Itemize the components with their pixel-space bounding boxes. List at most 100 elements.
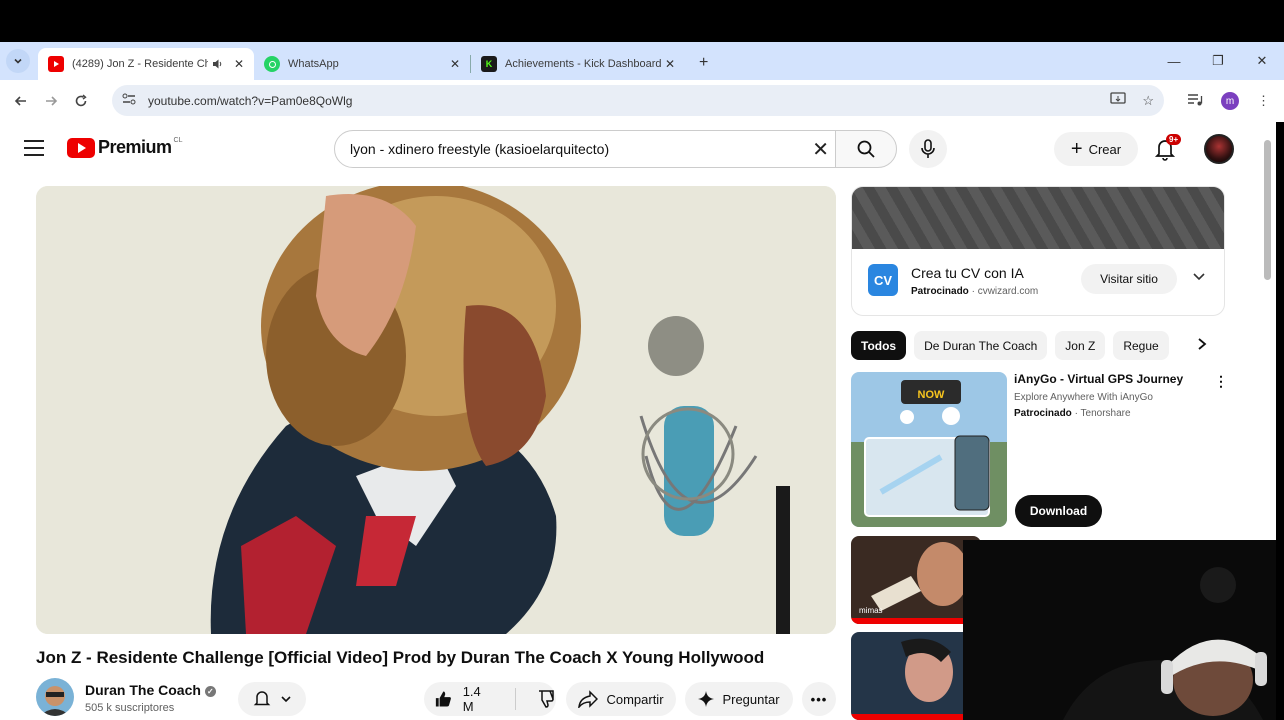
promo-sponsored-label: Patrocinado: [1014, 408, 1072, 419]
create-label: Crear: [1088, 141, 1122, 157]
kick-favicon-icon: K: [481, 56, 497, 72]
chevron-down-icon: [281, 696, 291, 703]
create-button[interactable]: + Crear: [1054, 132, 1138, 166]
browser-toolbar: youtube.com/watch?v=Pam0e8QoWlg ☆ m ⋮: [0, 80, 1284, 122]
browser-extensions: m ⋮: [1187, 80, 1270, 122]
tab-search-button[interactable]: [6, 49, 30, 73]
site-info-icon[interactable]: [122, 93, 142, 108]
promo-title[interactable]: iAnyGo - Virtual GPS Journey: [1014, 372, 1183, 386]
window-controls: — ❐ ✕: [1152, 42, 1284, 80]
more-icon: •••: [810, 691, 828, 707]
minimize-icon[interactable]: —: [1152, 42, 1196, 80]
bell-icon: [253, 691, 271, 706]
chips-next-icon[interactable]: [1196, 337, 1208, 356]
recommendation-thumbnail[interactable]: [851, 632, 981, 720]
install-app-icon[interactable]: [1110, 92, 1126, 109]
youtube-premium-logo[interactable]: Premium CL: [67, 137, 182, 158]
share-button[interactable]: Compartir: [566, 682, 676, 716]
search-icon: [857, 140, 875, 158]
visit-site-button[interactable]: Visitar sitio: [1081, 264, 1177, 294]
youtube-favicon-icon: [48, 56, 64, 72]
video-player[interactable]: [36, 186, 836, 634]
recommendation-thumbnail[interactable]: mimas: [851, 536, 981, 624]
notification-badge: 9+: [1166, 134, 1182, 145]
media-control-icon[interactable]: [1187, 93, 1203, 110]
promo-thumb-text: NOW: [918, 389, 946, 401]
chip-duran-the-coach[interactable]: De Duran The Coach: [914, 331, 1048, 360]
tab-title: Achievements - Kick Dashboard: [505, 58, 662, 70]
sparkle-icon: [698, 691, 715, 707]
webcam-overlay: [963, 540, 1276, 720]
promo-thumbnail[interactable]: NOW: [851, 372, 1007, 527]
sponsored-label: Patrocinado: [911, 286, 969, 297]
plus-icon: +: [1070, 137, 1083, 160]
youtube-header: Premium CL lyon - xdinero freestyle (kas…: [0, 122, 1276, 178]
speaker-icon[interactable]: [212, 58, 224, 70]
back-icon[interactable]: [6, 86, 36, 116]
screen: (4289) Jon Z - Residente Ch ✕ WhatsApp ✕…: [0, 0, 1284, 720]
url-text: youtube.com/watch?v=Pam0e8QoWlg: [148, 93, 353, 108]
forward-icon[interactable]: [36, 86, 66, 116]
share-icon: [578, 690, 599, 708]
subscription-bell-button[interactable]: [238, 682, 306, 716]
promo-advertiser: Tenorshare: [1080, 408, 1131, 419]
chevron-down-icon: [14, 58, 22, 64]
tab-title: WhatsApp: [288, 58, 339, 70]
video-frame-image: [36, 186, 836, 634]
close-tab-icon[interactable]: ✕: [665, 57, 675, 71]
profile-avatar[interactable]: m: [1221, 92, 1239, 110]
ad-meta: Patrocinado · cvwizard.com: [911, 286, 1039, 297]
search-input[interactable]: lyon - xdinero freestyle (kasioelarquite…: [334, 130, 836, 168]
ad-expand-icon[interactable]: [1192, 269, 1206, 286]
verified-badge-icon: ✓: [204, 685, 216, 697]
channel-name-text: Duran The Coach: [85, 682, 201, 698]
like-button[interactable]: 1.4 M: [434, 684, 493, 714]
tab-kick[interactable]: K Achievements - Kick Dashboard ✕: [471, 48, 685, 80]
more-actions-button[interactable]: •••: [802, 682, 836, 716]
hamburger-menu-icon[interactable]: [24, 140, 44, 156]
like-count: 1.4 M: [462, 684, 481, 714]
sponsored-ad-card[interactable]: CV Crea tu CV con IA Patrocinado · cvwiz…: [851, 186, 1225, 316]
reload-icon[interactable]: [66, 86, 96, 116]
promo-menu-icon[interactable]: ⋮: [1214, 373, 1228, 390]
close-window-icon[interactable]: ✕: [1240, 42, 1284, 80]
voice-search-button[interactable]: [909, 130, 947, 168]
restore-icon[interactable]: ❐: [1196, 42, 1240, 80]
omnibox-actions: ☆: [1110, 85, 1154, 116]
country-code: CL: [173, 137, 183, 144]
like-dislike-group: 1.4 M: [424, 682, 556, 716]
download-button[interactable]: Download: [1015, 495, 1102, 527]
youtube-play-icon: [67, 137, 95, 158]
chip-jon-z[interactable]: Jon Z: [1055, 331, 1106, 360]
cv-wizard-logo: CV: [868, 264, 898, 296]
tab-title: (4289) Jon Z - Residente Ch: [72, 58, 208, 70]
dislike-button[interactable]: [536, 689, 556, 709]
clear-search-icon[interactable]: ✕: [812, 137, 829, 162]
chip-regue[interactable]: Regue: [1113, 331, 1169, 360]
browser-menu-icon[interactable]: ⋮: [1257, 93, 1270, 109]
logo-text: Premium: [98, 137, 172, 157]
close-tab-icon[interactable]: ✕: [450, 57, 460, 71]
video-title: Jon Z - Residente Challenge [Official Vi…: [36, 648, 765, 667]
tab-youtube[interactable]: (4289) Jon Z - Residente Ch ✕: [38, 48, 254, 80]
search-button[interactable]: [835, 130, 897, 168]
recommendation-label: mimas: [859, 606, 883, 615]
browser-tabstrip: (4289) Jon Z - Residente Ch ✕ WhatsApp ✕…: [0, 42, 1284, 80]
channel-avatar[interactable]: [36, 678, 74, 716]
ad-title: Crea tu CV con IA: [911, 265, 1024, 281]
bookmark-star-icon[interactable]: ☆: [1142, 93, 1154, 109]
subscriber-count: 505 k suscriptores: [85, 702, 175, 714]
new-tab-icon[interactable]: +: [699, 54, 708, 72]
close-tab-icon[interactable]: ✕: [234, 57, 244, 71]
thumbs-down-icon: [539, 690, 554, 708]
webcam-feed-image: [963, 540, 1276, 720]
tab-whatsapp[interactable]: WhatsApp ✕: [254, 48, 470, 80]
microphone-icon: [921, 139, 935, 158]
promo-meta: Patrocinado · Tenorshare: [1014, 408, 1131, 419]
account-avatar[interactable]: [1204, 134, 1234, 164]
chip-all[interactable]: Todos: [851, 331, 907, 360]
address-bar[interactable]: youtube.com/watch?v=Pam0e8QoWlg ☆: [112, 85, 1164, 116]
ask-button[interactable]: Preguntar: [685, 682, 793, 716]
ad-domain: cvwizard.com: [977, 286, 1039, 297]
channel-name[interactable]: Duran The Coach ✓: [85, 682, 216, 698]
